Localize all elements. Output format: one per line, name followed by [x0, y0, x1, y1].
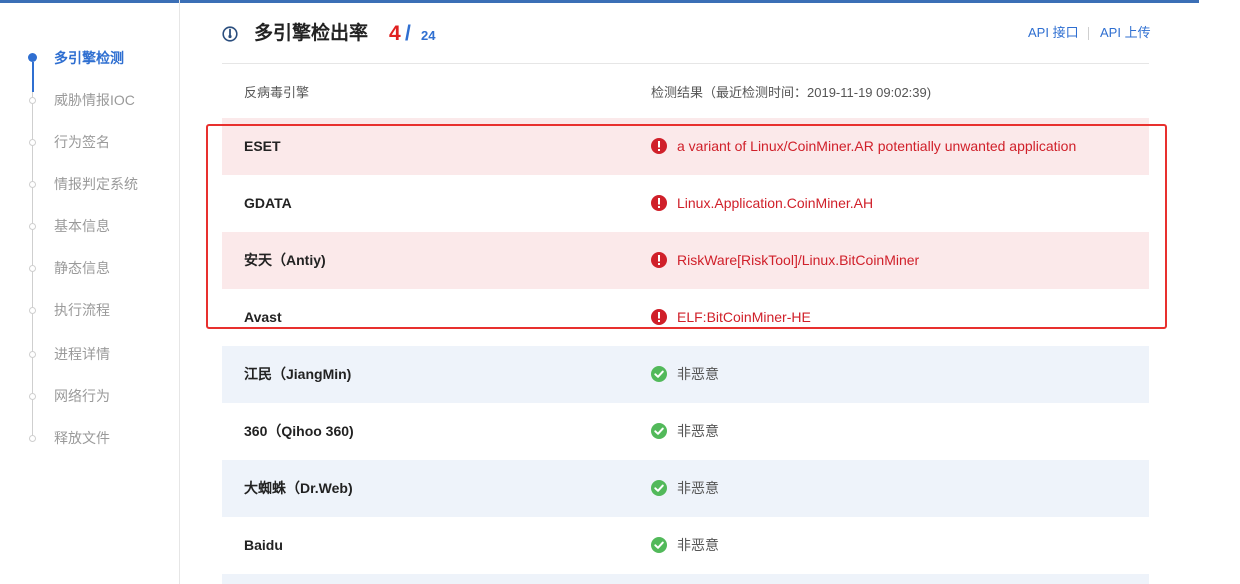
engine-total: 24 [421, 28, 436, 43]
sidebar-item-label: 网络行为 [54, 388, 110, 404]
nav-dot-icon [29, 435, 36, 442]
sidebar-item-label: 进程详情 [54, 346, 110, 362]
sidebar-item-label: 基本信息 [54, 218, 110, 234]
header-divider [222, 63, 1149, 64]
result-text: Linux.Application.CoinMiner.AH [677, 195, 874, 211]
nav-dot-icon [29, 139, 36, 146]
result-text: 非恶意 [677, 366, 719, 382]
nav-timeline [32, 62, 33, 436]
column-header-engine: 反病毒引擎 [244, 85, 310, 100]
alert-icon [651, 138, 667, 154]
engine-name: 大蜘蛛（Dr.Web) [244, 480, 353, 496]
nav-dot-icon [28, 53, 37, 62]
check-icon [651, 366, 667, 382]
sidebar-item-label: 释放文件 [54, 430, 110, 446]
check-icon [651, 480, 667, 496]
result-text: 非恶意 [677, 423, 719, 439]
table-row: Avast ELF:BitCoinMiner-HE [222, 289, 1149, 346]
sidebar-item-label: 静态信息 [54, 260, 110, 276]
sidebar-item-multi-engine[interactable]: 多引擎检测 [0, 48, 179, 70]
column-header-result: 检测结果（最近检测时间：2019-11-19 09:02:39) [651, 85, 932, 100]
check-icon [651, 423, 667, 439]
sidebar-item-dropped-files[interactable]: 释放文件 [0, 428, 179, 450]
detection-count: 4 [389, 22, 401, 45]
sidebar-item-label: 行为签名 [54, 134, 110, 150]
sidebar-item-label: 多引擎检测 [54, 50, 124, 66]
nav-dot-icon [29, 307, 36, 314]
engine-name: Avast [244, 309, 282, 325]
table-row-partial [222, 574, 1149, 584]
engine-name: ESET [244, 138, 281, 154]
nav-dot-icon [29, 181, 36, 188]
result-text: RiskWare[RiskTool]/Linux.BitCoinMiner [677, 252, 920, 268]
sidebar-item-basic-info[interactable]: 基本信息 [0, 216, 179, 238]
sidebar-item-label: 执行流程 [54, 302, 110, 318]
sidebar-item-static-info[interactable]: 静态信息 [0, 258, 179, 280]
nav-dot-icon [29, 223, 36, 230]
api-upload-link[interactable]: API 上传 [1100, 24, 1151, 42]
table-row: 360（Qihoo 360) 非恶意 [222, 403, 1149, 460]
alert-icon [651, 309, 667, 325]
api-interface-link[interactable]: API 接口 [1028, 24, 1079, 42]
table-row: 大蜘蛛（Dr.Web) 非恶意 [222, 460, 1149, 517]
detection-slash: / [405, 22, 411, 45]
table-row: 安天（Antiy) RiskWare[RiskTool]/Linux.BitCo… [222, 232, 1149, 289]
sidebar-item-threat-ioc[interactable]: 威胁情报IOC [0, 90, 179, 112]
alert-icon [651, 252, 667, 268]
sidebar-item-process-details[interactable]: 进程详情 [0, 344, 179, 366]
sidebar-item-behavior-signature[interactable]: 行为签名 [0, 132, 179, 154]
gauge-icon [222, 26, 238, 42]
result-text: 非恶意 [677, 480, 719, 496]
right-gutter [1200, 0, 1240, 584]
sidebar-item-execution-flow[interactable]: 执行流程 [0, 300, 179, 322]
table-row: 江民（JiangMin) 非恶意 [222, 346, 1149, 403]
check-icon [651, 537, 667, 553]
engine-name: 360（Qihoo 360) [244, 423, 354, 439]
engine-name: 江民（JiangMin) [244, 366, 352, 382]
nav-dot-icon [29, 265, 36, 272]
api-separator [1088, 27, 1089, 40]
section-title: 多引擎检出率 [254, 23, 369, 44]
table-row: Baidu 非恶意 [222, 517, 1149, 574]
sidebar-item-network-behavior[interactable]: 网络行为 [0, 386, 179, 408]
table-row: ESET a variant of Linux/CoinMiner.AR pot… [222, 118, 1149, 175]
sidebar-item-label: 威胁情报IOC [54, 92, 135, 108]
alert-icon [651, 195, 667, 211]
result-text: 非恶意 [677, 537, 719, 553]
nav-dot-icon [29, 393, 36, 400]
nav-dot-icon [29, 351, 36, 358]
result-text: ELF:BitCoinMiner-HE [677, 309, 811, 325]
result-text: a variant of Linux/CoinMiner.AR potentia… [677, 138, 1077, 154]
engine-name: 安天（Antiy) [244, 252, 326, 268]
table-row: GDATA Linux.Application.CoinMiner.AH [222, 175, 1149, 232]
sidebar-nav: 多引擎检测 威胁情报IOC 行为签名 情报判定系统 基本信息 静态信息 执行流程… [0, 0, 180, 584]
engine-name: GDATA [244, 195, 292, 211]
sidebar-item-intel-verdict[interactable]: 情报判定系统 [0, 174, 179, 196]
nav-dot-icon [29, 97, 36, 104]
engine-name: Baidu [244, 537, 283, 553]
sidebar-item-label: 情报判定系统 [54, 176, 138, 192]
